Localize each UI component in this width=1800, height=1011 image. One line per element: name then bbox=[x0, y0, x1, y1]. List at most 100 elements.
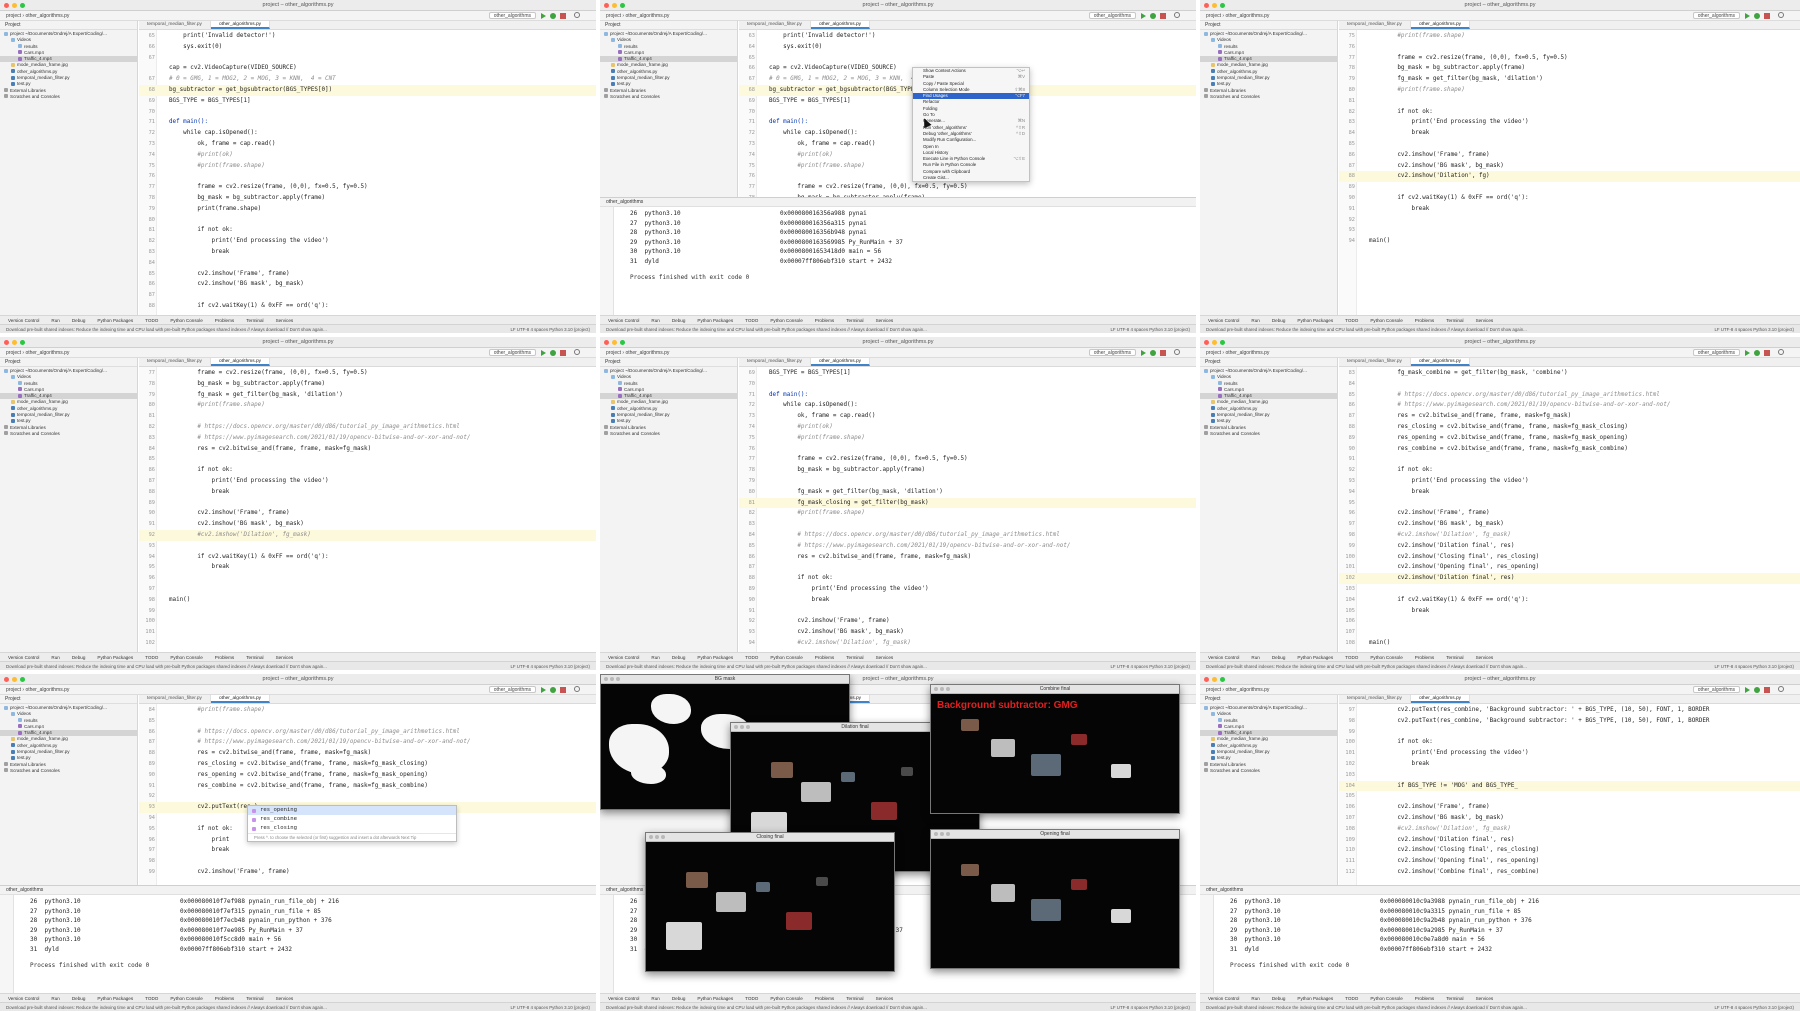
tool-window-button[interactable]: Debug bbox=[1272, 655, 1286, 660]
run-icon[interactable] bbox=[1745, 350, 1750, 356]
stop-icon[interactable] bbox=[560, 350, 566, 356]
status-widgets[interactable]: LF UTF-8 4 spaces Python 3.10 (project) bbox=[1110, 664, 1190, 669]
run-configuration-select[interactable]: other_algorithms bbox=[1692, 686, 1740, 693]
tool-window-button[interactable]: Terminal bbox=[1446, 318, 1463, 323]
status-widgets[interactable]: LF UTF-8 4 spaces Python 3.10 (project) bbox=[1714, 1005, 1794, 1010]
editor-tab[interactable]: other_algorithms.py bbox=[1410, 358, 1471, 366]
tool-window-button[interactable]: Terminal bbox=[846, 318, 863, 323]
tool-window-button[interactable]: Debug bbox=[72, 655, 86, 660]
tool-window-button[interactable]: Python Console bbox=[1370, 655, 1402, 660]
stop-icon[interactable] bbox=[1160, 13, 1166, 19]
search-icon[interactable] bbox=[1174, 349, 1180, 355]
tool-window-button[interactable]: Services bbox=[276, 318, 294, 323]
tool-window-button[interactable]: Python Console bbox=[170, 996, 202, 1001]
run-icon[interactable] bbox=[1745, 13, 1750, 19]
editor-tab[interactable]: temporal_median_filter.py bbox=[1339, 358, 1411, 366]
tool-window-button[interactable]: Python Packages bbox=[697, 318, 733, 323]
editor-tab[interactable]: temporal_median_filter.py bbox=[139, 21, 211, 29]
tool-window-button[interactable]: Debug bbox=[1272, 996, 1286, 1001]
search-icon[interactable] bbox=[1174, 12, 1180, 18]
breadcrumb[interactable]: project › other_algorithms.py bbox=[606, 13, 669, 19]
tool-window-button[interactable]: Problems bbox=[815, 318, 834, 323]
project-panel-header[interactable]: Project bbox=[0, 358, 137, 367]
window-control-button[interactable] bbox=[940, 687, 944, 691]
window-control-button[interactable] bbox=[934, 687, 938, 691]
tool-window-button[interactable]: Problems bbox=[1415, 318, 1434, 323]
tool-window-button[interactable]: Terminal bbox=[246, 996, 263, 1001]
tree-item[interactable]: Scratches and Consoles bbox=[0, 431, 137, 437]
status-widgets[interactable]: LF UTF-8 4 spaces Python 3.10 (project) bbox=[1714, 664, 1794, 669]
tool-window-button[interactable]: Python Console bbox=[1370, 318, 1402, 323]
search-icon[interactable] bbox=[574, 686, 580, 692]
status-message[interactable]: Download pre-built shared indexes: Reduc… bbox=[606, 327, 927, 332]
tool-window-button[interactable]: TODO bbox=[145, 655, 158, 660]
debug-icon[interactable] bbox=[1754, 687, 1760, 693]
window-control-button[interactable] bbox=[610, 677, 614, 681]
run-icon[interactable] bbox=[541, 350, 546, 356]
tool-window-button[interactable]: Debug bbox=[672, 655, 686, 660]
debug-icon[interactable] bbox=[1754, 13, 1760, 19]
tool-window-button[interactable]: Python Packages bbox=[97, 655, 133, 660]
opencv-window-titlebar[interactable]: Closing final bbox=[646, 833, 894, 842]
code-editor[interactable]: temporal_median_filter.pyother_algorithm… bbox=[139, 695, 596, 885]
search-icon[interactable] bbox=[574, 349, 580, 355]
editor-tab[interactable]: temporal_median_filter.py bbox=[139, 695, 211, 703]
tool-window-button[interactable]: Python Packages bbox=[697, 655, 733, 660]
tool-window-button[interactable]: Python Console bbox=[770, 655, 802, 660]
tool-window-button[interactable]: Run bbox=[51, 996, 59, 1001]
debug-icon[interactable] bbox=[1150, 350, 1156, 356]
stop-icon[interactable] bbox=[560, 13, 566, 19]
run-configuration-select[interactable]: other_algorithms bbox=[1692, 12, 1740, 19]
code-editor[interactable]: temporal_median_filter.pyother_algorithm… bbox=[139, 21, 596, 315]
completion-item[interactable]: res_combine bbox=[248, 815, 456, 824]
run-icon[interactable] bbox=[1141, 350, 1146, 356]
tool-window-button[interactable]: Version Control bbox=[8, 318, 39, 323]
status-message[interactable]: Download pre-built shared indexes: Reduc… bbox=[606, 664, 927, 669]
editor-tab[interactable]: temporal_median_filter.py bbox=[1339, 21, 1411, 29]
tool-window-button[interactable]: Services bbox=[876, 996, 894, 1001]
tool-window-button[interactable]: Problems bbox=[215, 318, 234, 323]
code-editor[interactable]: temporal_median_filter.pyother_algorithm… bbox=[1339, 695, 1800, 885]
opencv-window-closing[interactable]: Closing final bbox=[645, 832, 895, 972]
tool-window-button[interactable]: Debug bbox=[72, 318, 86, 323]
tool-window-button[interactable]: Run bbox=[651, 996, 659, 1001]
window-control-button[interactable] bbox=[740, 725, 744, 729]
tool-window-button[interactable]: Python Console bbox=[770, 318, 802, 323]
breadcrumb[interactable]: project › other_algorithms.py bbox=[6, 350, 69, 356]
tool-window-button[interactable]: TODO bbox=[145, 996, 158, 1001]
tool-window-button[interactable]: Problems bbox=[215, 655, 234, 660]
editor-tab[interactable]: other_algorithms.py bbox=[810, 358, 871, 366]
editor-tab[interactable]: other_algorithms.py bbox=[810, 21, 871, 29]
tool-window-button[interactable]: Terminal bbox=[846, 996, 863, 1001]
breadcrumb[interactable]: project › other_algorithms.py bbox=[1206, 350, 1269, 356]
tool-window-button[interactable]: Python Console bbox=[770, 996, 802, 1001]
window-control-button[interactable] bbox=[940, 832, 944, 836]
tool-window-button[interactable]: Python Console bbox=[1370, 996, 1402, 1001]
project-panel-header[interactable]: Project bbox=[1200, 21, 1337, 30]
window-control-button[interactable] bbox=[734, 725, 738, 729]
tool-window-button[interactable]: Problems bbox=[815, 655, 834, 660]
breadcrumb[interactable]: project › other_algorithms.py bbox=[1206, 13, 1269, 19]
breadcrumb[interactable]: project › other_algorithms.py bbox=[606, 350, 669, 356]
status-message[interactable]: Download pre-built shared indexes: Reduc… bbox=[1206, 327, 1527, 332]
tool-window-button[interactable]: TODO bbox=[1345, 996, 1358, 1001]
tool-window-button[interactable]: Debug bbox=[672, 318, 686, 323]
tool-window-button[interactable]: Version Control bbox=[1208, 655, 1239, 660]
run-icon[interactable] bbox=[1141, 13, 1146, 19]
editor-tab[interactable]: temporal_median_filter.py bbox=[139, 358, 211, 366]
tool-window-button[interactable]: Terminal bbox=[1446, 655, 1463, 660]
tool-window-button[interactable]: Python Packages bbox=[1297, 318, 1333, 323]
tool-window-button[interactable]: Services bbox=[1476, 996, 1494, 1001]
tool-window-button[interactable]: Services bbox=[876, 318, 894, 323]
tool-window-button[interactable]: Debug bbox=[1272, 318, 1286, 323]
tool-window-button[interactable]: Run bbox=[1251, 996, 1259, 1001]
tool-window-button[interactable]: Services bbox=[276, 996, 294, 1001]
tool-window-button[interactable]: Terminal bbox=[846, 655, 863, 660]
status-widgets[interactable]: LF UTF-8 4 spaces Python 3.10 (project) bbox=[1110, 327, 1190, 332]
tool-window-button[interactable]: Python Packages bbox=[97, 318, 133, 323]
opencv-window-titlebar[interactable]: BG mask bbox=[601, 675, 849, 684]
stop-icon[interactable] bbox=[560, 687, 566, 693]
editor-tab[interactable]: temporal_median_filter.py bbox=[1339, 695, 1411, 703]
stop-icon[interactable] bbox=[1160, 350, 1166, 356]
run-configuration-select[interactable]: other_algorithms bbox=[488, 349, 536, 356]
